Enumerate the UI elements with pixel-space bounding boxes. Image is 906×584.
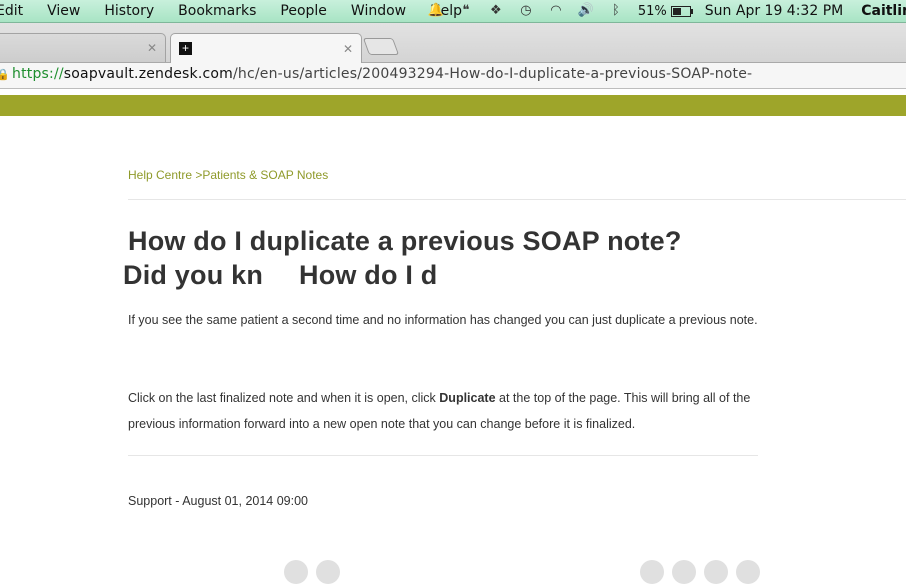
volume-icon[interactable]: 🔊: [578, 4, 594, 18]
battery-status[interactable]: 51%: [637, 3, 693, 19]
menu-view[interactable]: View: [47, 3, 80, 19]
url-text[interactable]: https://soapvault.zendesk.com/hc/en-us/a…: [12, 66, 752, 82]
site-header-banner: [0, 95, 906, 116]
tab-title: How do I duplicate a previ: [299, 260, 439, 290]
bell-icon[interactable]: 🔔: [428, 4, 444, 18]
breadcrumb-patients-soap-notes[interactable]: Patients & SOAP Notes: [202, 168, 328, 182]
user-name[interactable]: Caitlin: [861, 3, 906, 19]
time-machine-icon[interactable]: ◷: [518, 4, 534, 18]
app-menu: Edit View History Bookmarks People Windo…: [0, 3, 486, 19]
breadcrumb-separator: >: [192, 168, 203, 182]
close-icon[interactable]: ✕: [147, 41, 157, 55]
tab-did-you-know[interactable]: Did you know you can dup ✕: [0, 33, 263, 290]
close-icon[interactable]: ✕: [343, 42, 353, 56]
tab-strip: Did you know you can dup ✕ + How do I du…: [0, 23, 906, 290]
battery-icon: [670, 5, 693, 17]
article-paragraph-2: Click on the last finalized note and whe…: [128, 385, 758, 437]
article-paragraph-1: If you see the same patient a second tim…: [128, 313, 758, 327]
article-meta: Support - August 01, 2014 09:00: [128, 494, 308, 508]
url-scheme: https://: [12, 66, 64, 82]
menu-window[interactable]: Window: [351, 3, 406, 19]
menu-edit[interactable]: Edit: [0, 3, 23, 19]
address-bar[interactable]: 🔒 https://soapvault.zendesk.com/hc/en-us…: [0, 63, 906, 89]
tab-duplicate-note[interactable]: + How do I duplicate a previ ✕: [170, 33, 439, 290]
breadcrumb-help-centre[interactable]: Help Centre: [128, 168, 192, 182]
system-menu-bar: Edit View History Bookmarks People Windo…: [0, 0, 906, 23]
duplicate-keyword: Duplicate: [439, 391, 496, 405]
clock[interactable]: Sun Apr 19 4:32 PM: [705, 3, 843, 19]
zendesk-favicon-icon: +: [179, 42, 192, 55]
menu-history[interactable]: History: [104, 3, 154, 19]
breadcrumb: Help Centre >Patients & SOAP Notes: [128, 168, 328, 182]
url-host: soapvault.zendesk.com: [63, 66, 233, 82]
url-path: /hc/en-us/articles/200493294-How-do-I-du…: [232, 66, 753, 82]
divider: [128, 199, 906, 200]
status-area: 🔔 ❝ ❖ ◷ ◠ 🔊 ᛒ 51% Sun Apr 19 4:32 PM Cai…: [428, 0, 906, 22]
lock-icon[interactable]: 🔒: [0, 68, 10, 81]
menu-bookmarks[interactable]: Bookmarks: [178, 3, 256, 19]
hangouts-icon[interactable]: ❝: [458, 4, 474, 18]
menu-people[interactable]: People: [280, 3, 327, 19]
paragraph-text: Click on the last finalized note and whe…: [128, 391, 440, 405]
wifi-icon[interactable]: ◠: [548, 4, 564, 18]
article-title: How do I duplicate a previous SOAP note?: [128, 226, 682, 256]
bluetooth-icon[interactable]: ᛒ: [608, 4, 624, 18]
new-tab-button[interactable]: [362, 38, 400, 55]
battery-percent: 51%: [637, 3, 667, 19]
divider: [128, 455, 758, 456]
dropbox-icon[interactable]: ❖: [488, 4, 504, 18]
tab-title: Did you know you can dup: [123, 260, 263, 290]
